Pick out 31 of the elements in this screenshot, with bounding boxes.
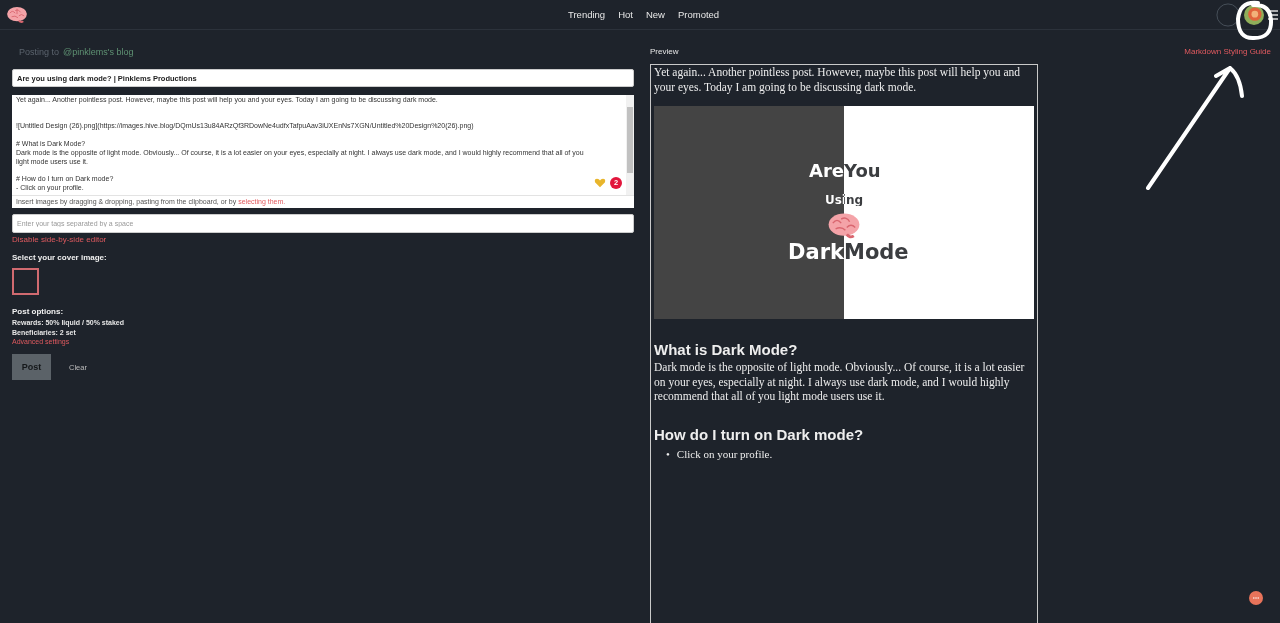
nav-link[interactable]: Promoted bbox=[677, 9, 720, 20]
graphic-text: Dark bbox=[787, 242, 844, 263]
paragraph: Yet again... Another pointless post. However, maybe this post will help you and your eyes. Today I am going to be discussing dark mode. bbox=[654, 65, 1021, 94]
scroll-thumb[interactable] bbox=[627, 107, 633, 173]
cover-label: Select your cover image: bbox=[12, 253, 107, 262]
cover-image-slot[interactable] bbox=[12, 268, 39, 295]
community-link[interactable]: @pinklems's blog bbox=[63, 47, 134, 57]
options-label: Post options: bbox=[12, 307, 64, 316]
posting-label: Posting to bbox=[19, 47, 60, 57]
brain-icon bbox=[827, 212, 861, 240]
graphic-text: Using bbox=[824, 194, 864, 206]
heading: How do I turn on Dark mode? bbox=[654, 425, 865, 443]
side-by-side-toggle-link[interactable]: Disable side-by-side editor bbox=[12, 235, 107, 244]
nav-link[interactable]: Trending bbox=[568, 9, 606, 20]
bullet: • bbox=[666, 446, 670, 461]
graphic-text: Are bbox=[808, 162, 844, 180]
heading: What is Dark Mode? bbox=[654, 341, 799, 358]
list-item: Click on your profile. bbox=[676, 446, 773, 461]
brain-logo-icon[interactable] bbox=[6, 5, 28, 24]
paragraph: Dark mode is the opposite of light mode. Obviously... Of course, it is a lot easier on your eyes, especially at night. I always use dark mode, and I would highly recommend that all of you light mode users use it. bbox=[654, 360, 1026, 404]
nav-link[interactable]: Hot bbox=[618, 9, 633, 20]
preview-label: Preview bbox=[650, 47, 679, 56]
menu-icon[interactable] bbox=[1268, 9, 1278, 20]
graphic-text: Mode bbox=[844, 242, 910, 263]
search-icon[interactable] bbox=[1216, 2, 1240, 27]
scrollbar[interactable] bbox=[626, 95, 634, 195]
graphic-text: You bbox=[844, 162, 882, 180]
nav-link[interactable]: New bbox=[645, 9, 665, 20]
avatar[interactable] bbox=[1244, 4, 1264, 25]
markdown-guide-link[interactable]: Markdown Styling Guide bbox=[1184, 47, 1271, 56]
chat-button[interactable] bbox=[1249, 591, 1263, 605]
